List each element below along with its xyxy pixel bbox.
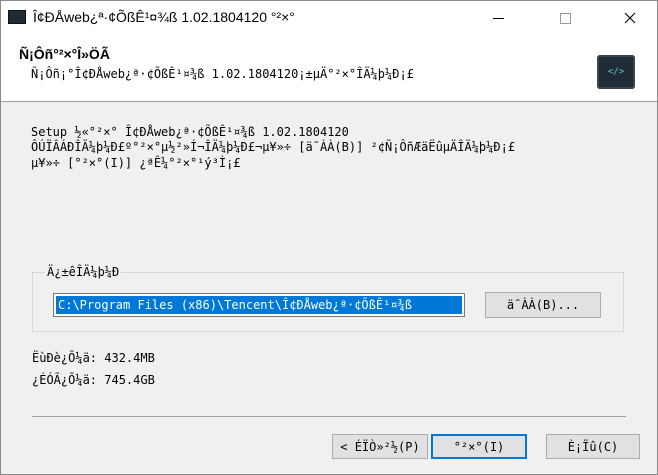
header-panel: Ñ¡Ôñ°²×°Î»ÖÃ Ñ¡Ôñ¡°Î¢ÐÅweb¿ª·¢ÕßÊ¹¤¾ß 1.… xyxy=(1,35,657,102)
footer-divider xyxy=(32,416,626,417)
close-button[interactable] xyxy=(607,1,653,35)
minimize-button[interactable] xyxy=(475,1,521,35)
instruction-line-2: ÔÚÏÂÁÐÎÄ¼þ¼Ð£º°²×°µ½²»Í¬ÎÄ¼þ¼Ð£¬µ¥»÷ [ä¯… xyxy=(31,140,516,154)
minimize-icon xyxy=(492,17,504,19)
window-title: Î¢ÐÅweb¿ª·¢ÕßÊ¹¤¾ß 1.02.1804120 °²×° xyxy=(33,9,295,25)
maximize-button xyxy=(542,1,588,35)
maximize-icon xyxy=(559,12,571,24)
title-bar: Î¢ÐÅweb¿ª·¢ÕßÊ¹¤¾ß 1.02.1804120 °²×° xyxy=(1,1,657,35)
page-subtitle: Ñ¡Ôñ¡°Î¢ÐÅweb¿ª·¢ÕßÊ¹¤¾ß 1.02.1804120¡±µ… xyxy=(31,67,414,81)
page-title: Ñ¡Ôñ°²×°Î»ÖÃ xyxy=(19,46,110,62)
app-icon xyxy=(8,10,26,24)
instruction-line-1: Setup ½«°²×° Î¢ÐÅweb¿ª·¢ÕßÊ¹¤¾ß 1.02.180… xyxy=(31,125,349,139)
installer-window: Î¢ÐÅweb¿ª·¢ÕßÊ¹¤¾ß 1.02.1804120 °²×° Ñ¡Ô… xyxy=(0,0,658,475)
instruction-line-3: µ¥»÷ [°²×°(I)] ¿ªÊ¼°²×°¹ý³Ì¡£ xyxy=(31,156,241,170)
install-button[interactable]: °²×°(I) xyxy=(431,434,527,459)
cancel-button[interactable]: È¡Ïû(C) xyxy=(546,434,640,459)
code-brackets-icon: </> xyxy=(597,55,635,89)
install-path-value: C:\Program Files (x86)\Tencent\Î¢ÐÅweb¿ª… xyxy=(56,296,462,314)
browse-button[interactable]: ä¯ÀÀ(B)... xyxy=(485,292,601,318)
close-icon xyxy=(624,12,636,24)
available-space-text: ¿ÉÓÃ¿Õ¼ä: 745.4GB xyxy=(32,373,155,387)
required-space-text: ËùÐè¿Õ¼ä: 432.4MB xyxy=(32,351,155,365)
install-path-input[interactable]: C:\Program Files (x86)\Tencent\Î¢ÐÅweb¿ª… xyxy=(53,293,465,317)
target-folder-label: Ä¿±êÎÄ¼þ¼Ð xyxy=(45,265,122,279)
back-button[interactable]: < ÉÏÒ»²½(P) xyxy=(332,434,428,459)
